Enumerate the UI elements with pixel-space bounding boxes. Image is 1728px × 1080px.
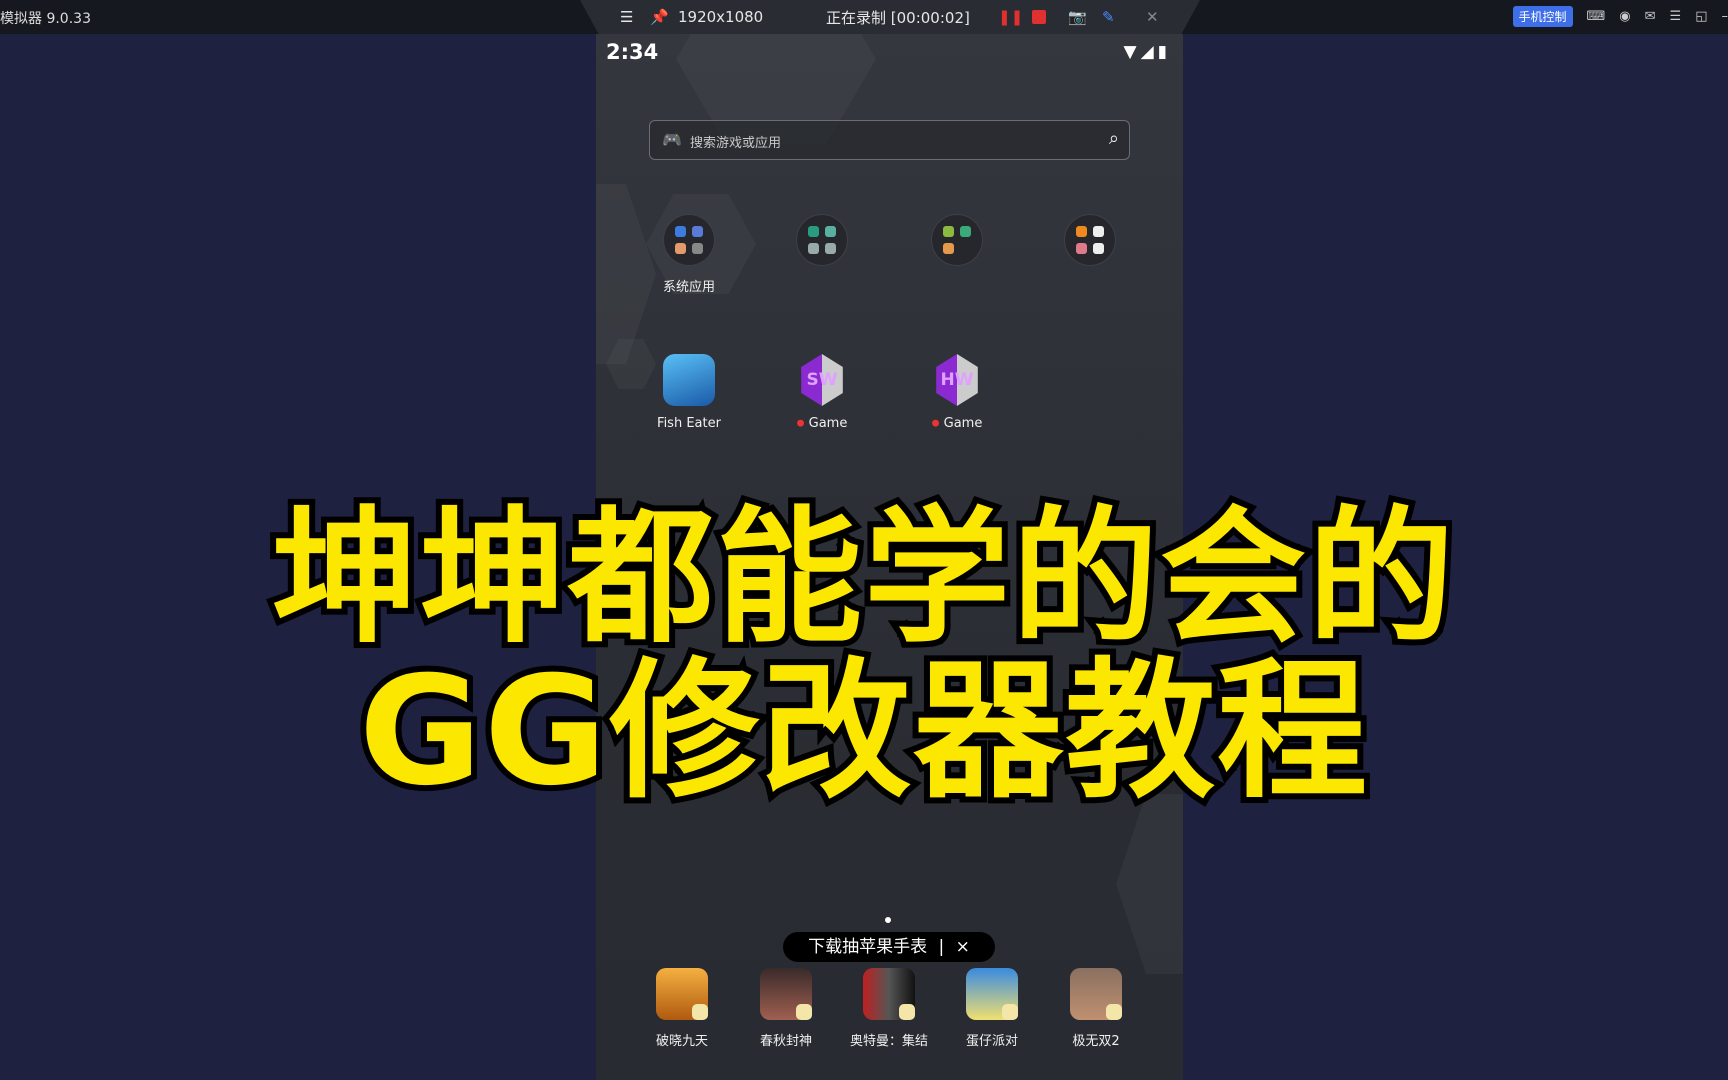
app-label: 系统应用 [662,280,715,295]
dock-label: 奥特曼：集结 [849,1034,928,1049]
folder-2[interactable] [767,214,877,266]
pen-icon[interactable]: ✎ [1102,8,1115,26]
folder-3[interactable] [902,214,1012,266]
close-icon[interactable]: × [956,937,970,957]
game-icon [656,968,708,1020]
download-badge-icon [1002,1004,1018,1020]
tooltip-separator: | [938,937,945,957]
shark-icon [663,354,715,406]
phone-control-button[interactable]: 手机控制 [1512,6,1573,27]
gamepad-icon: 🎮 [662,130,682,149]
minimize-icon[interactable]: – [1722,9,1728,24]
game-guardian-icon: HW [936,354,978,406]
resolution-label: 1920x1080 [678,8,764,26]
recording-toolbar: ☰ 📌 1920x1080 正在录制 [00:00:02] ❚❚ 📷 ✎ ✕ [580,0,1200,34]
status-icons: ▼◢▮ [1123,42,1171,62]
app-label-text: Game [808,416,848,431]
app-label: Fish Eater [657,416,721,431]
stop-icon[interactable] [1032,10,1046,24]
download-badge-icon [1106,1004,1122,1020]
app-game-hw[interactable]: HW ● Game [902,354,1012,431]
page-indicator [885,917,891,923]
app-label-text: Game [943,416,983,431]
mail-icon[interactable]: ✉ [1645,9,1656,24]
app-title: 模拟器 9.0.33 [0,11,91,27]
emulator-titlebar: 模拟器 9.0.33 ☰ 📌 1920x1080 正在录制 [00:00:02]… [0,0,1728,34]
restore-icon[interactable]: ◱ [1695,9,1707,24]
dock-label: 蛋仔派对 [965,1034,1018,1049]
new-dot-icon: ● [796,418,805,429]
signal-icon: ◢ [1140,42,1158,62]
dock-app[interactable]: 蛋仔派对 [937,968,1047,1049]
download-badge-icon [692,1004,708,1020]
hamburger-icon[interactable]: ☰ [620,8,633,26]
folder-system-apps[interactable]: 系统应用 [634,214,744,295]
promo-tooltip: 下载抽苹果手表 | × [783,932,995,962]
tooltip-text: 下载抽苹果手表 [808,937,928,957]
game-icon [863,968,915,1020]
game-icon [966,968,1018,1020]
gamepad-icon[interactable]: ⌨ [1587,9,1606,24]
game-guardian-icon: SW [801,354,843,406]
folder-icon [931,214,983,266]
game-icon [1070,968,1122,1020]
close-icon[interactable]: ✕ [1146,8,1159,26]
app-label: ● Game [902,416,1012,431]
folder-icon [1064,214,1116,266]
dock-app[interactable]: 极无双2 [1041,968,1151,1049]
pause-icon[interactable]: ❚❚ [998,8,1023,26]
download-badge-icon [796,1004,812,1020]
app-fish-eater[interactable]: Fish Eater [634,354,744,431]
camera-icon[interactable]: 📷 [1068,8,1087,26]
game-icon [760,968,812,1020]
status-time: 2:34 [606,40,659,64]
dock-label: 破晓九天 [655,1034,708,1049]
app-label: ● Game [767,416,877,431]
dock-label: 春秋封神 [759,1034,812,1049]
dock-app[interactable]: 破晓九天 [627,968,737,1049]
search-icon[interactable]: ⌕ [1109,128,1119,149]
download-badge-icon [899,1004,915,1020]
pin-icon[interactable]: 📌 [650,8,669,26]
recording-status: 正在录制 [00:00:02] [826,8,970,27]
wifi-icon: ▼ [1123,42,1141,62]
search-bar[interactable]: 🎮 搜索游戏或应用 ⌕ [649,120,1130,160]
dock-app[interactable]: 奥特曼：集结 [834,968,944,1049]
dock-app[interactable]: 春秋封神 [731,968,841,1049]
folder-icon [796,214,848,266]
new-dot-icon: ● [931,418,940,429]
folder-icon [663,214,715,266]
folder-4[interactable] [1035,214,1145,266]
dock-label: 极无双2 [1072,1034,1120,1049]
user-icon[interactable]: ◉ [1619,9,1630,24]
search-placeholder: 搜索游戏或应用 [690,136,782,151]
app-game-sw[interactable]: SW ● Game [767,354,877,431]
menu-icon[interactable]: ☰ [1670,9,1682,24]
overlay-caption-line2: GG修改器教程 [353,639,1373,825]
battery-icon: ▮ [1157,42,1171,62]
